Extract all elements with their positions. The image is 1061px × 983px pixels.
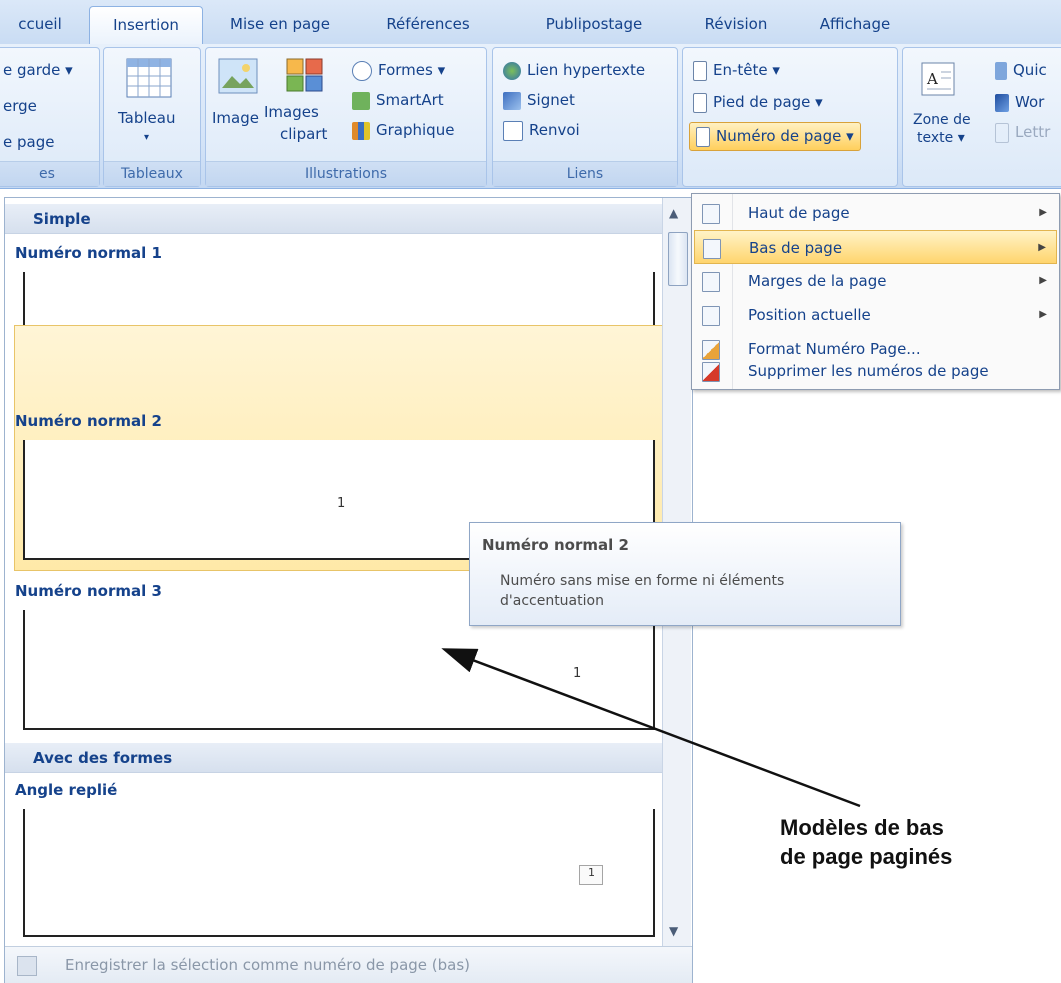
annotation-line-2: de page paginés bbox=[780, 844, 953, 869]
annotation-text: Modèles de bas de page paginés bbox=[780, 813, 1040, 871]
annotation-line-1: Modèles de bas bbox=[780, 815, 944, 840]
